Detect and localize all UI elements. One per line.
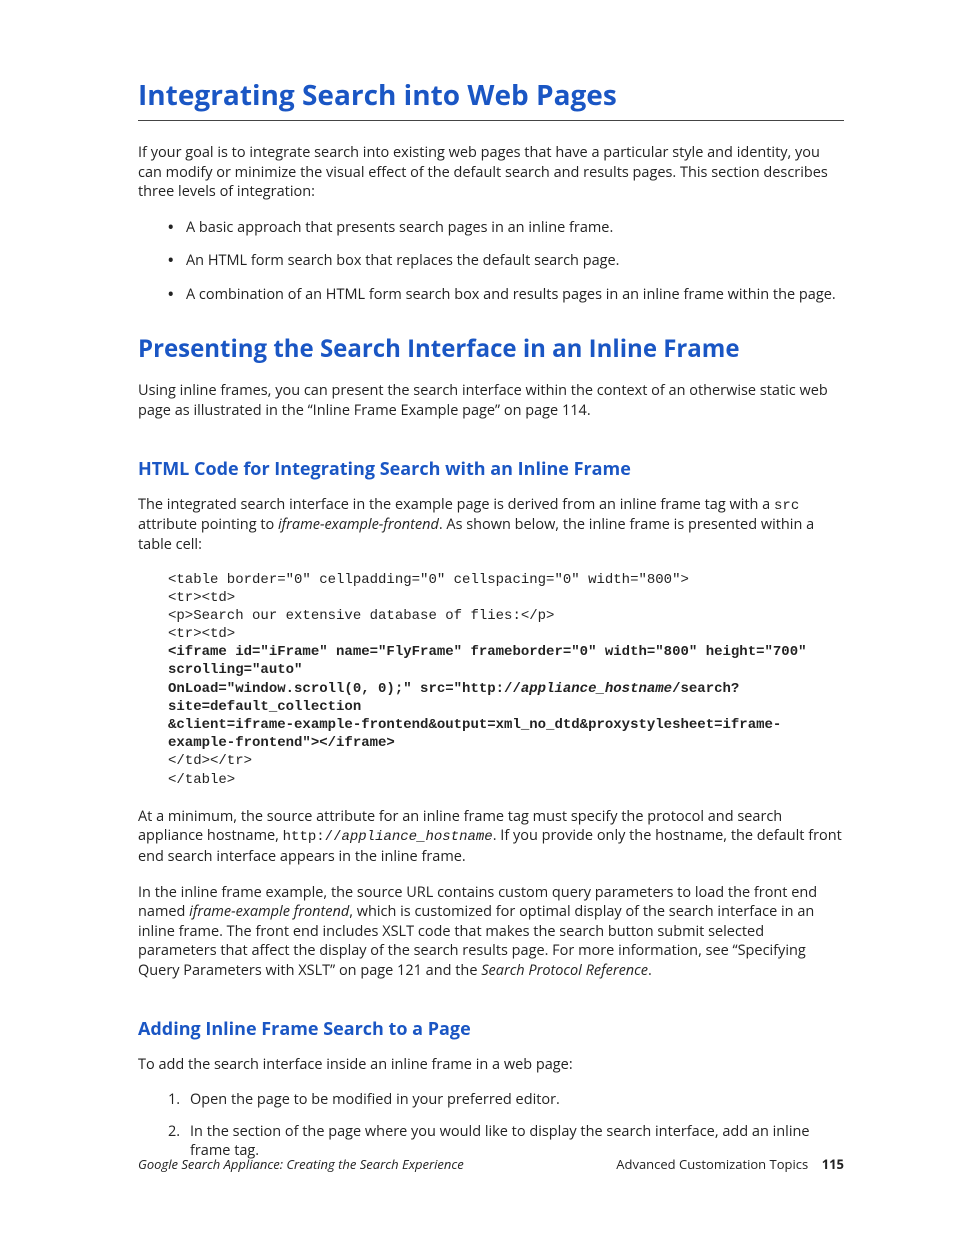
paragraph: The integrated search interface in the e…: [138, 495, 844, 555]
code-line-bold: <iframe id="iFrame" name="FlyFrame" fram…: [168, 644, 815, 678]
code-line-bold: OnLoad="window.scroll(0, 0);" src="http:…: [168, 681, 521, 697]
paragraph: Using inline frames, you can present the…: [138, 381, 844, 420]
intro-paragraph: If your goal is to integrate search into…: [138, 143, 844, 202]
code-line: <table border="0" cellpadding="0" cellsp…: [168, 572, 689, 588]
italic-text: iframe-example frontend: [189, 902, 349, 921]
ordered-list: 1. Open the page to be modified in your p…: [168, 1090, 844, 1161]
code-line: </table>: [168, 772, 235, 788]
italic-text: iframe-example-frontend: [278, 515, 439, 534]
paragraph: In the inline frame example, the source …: [138, 883, 844, 981]
code-line: </td></tr>: [168, 753, 252, 769]
text: .: [648, 961, 652, 980]
inline-code: http://: [283, 829, 342, 845]
page-content: Integrating Search into Web Pages If you…: [0, 0, 954, 1161]
italic-text: Search Protocol Reference: [481, 961, 648, 980]
bullet-item: A combination of an HTML form search box…: [168, 285, 844, 305]
heading-3: HTML Code for Integrating Search with an…: [138, 457, 844, 481]
code-line: <tr><td>: [168, 626, 235, 642]
code-line: <tr><td>: [168, 590, 235, 606]
footer-section: Advanced Customization Topics: [616, 1155, 808, 1173]
code-block: <table border="0" cellpadding="0" cellsp…: [168, 571, 844, 789]
list-number: 2.: [168, 1122, 180, 1142]
heading-1: Integrating Search into Web Pages: [138, 76, 844, 121]
code-line-bold: &client=iframe-example-frontend&output=x…: [168, 717, 781, 751]
paragraph: At a minimum, the source attribute for a…: [138, 807, 844, 867]
heading-3: Adding Inline Frame Search to a Page: [138, 1017, 844, 1041]
text: attribute pointing to: [138, 515, 278, 534]
bullet-item: An HTML form search box that replaces th…: [168, 251, 844, 271]
page-number: 115: [822, 1155, 844, 1173]
footer-right: Advanced Customization Topics 115: [616, 1155, 844, 1173]
footer-left: Google Search Appliance: Creating the Se…: [138, 1155, 464, 1173]
paragraph: To add the search interface inside an in…: [138, 1055, 844, 1075]
code-line: <p>Search our extensive database of flie…: [168, 608, 554, 624]
list-text: Open the page to be modified in your pre…: [190, 1090, 560, 1109]
list-item: 1. Open the page to be modified in your p…: [168, 1090, 844, 1110]
heading-2: Presenting the Search Interface in an In…: [138, 332, 844, 365]
text: The integrated search interface in the e…: [138, 495, 774, 514]
page-footer: Google Search Appliance: Creating the Se…: [138, 1155, 844, 1173]
inline-code: src: [774, 498, 799, 514]
code-ital: appliance_hostname: [521, 681, 672, 697]
bullet-list: A basic approach that presents search pa…: [168, 218, 844, 305]
bullet-item: A basic approach that presents search pa…: [168, 218, 844, 238]
inline-code-ital: appliance_hostname: [341, 829, 492, 845]
list-number: 1.: [168, 1090, 180, 1110]
